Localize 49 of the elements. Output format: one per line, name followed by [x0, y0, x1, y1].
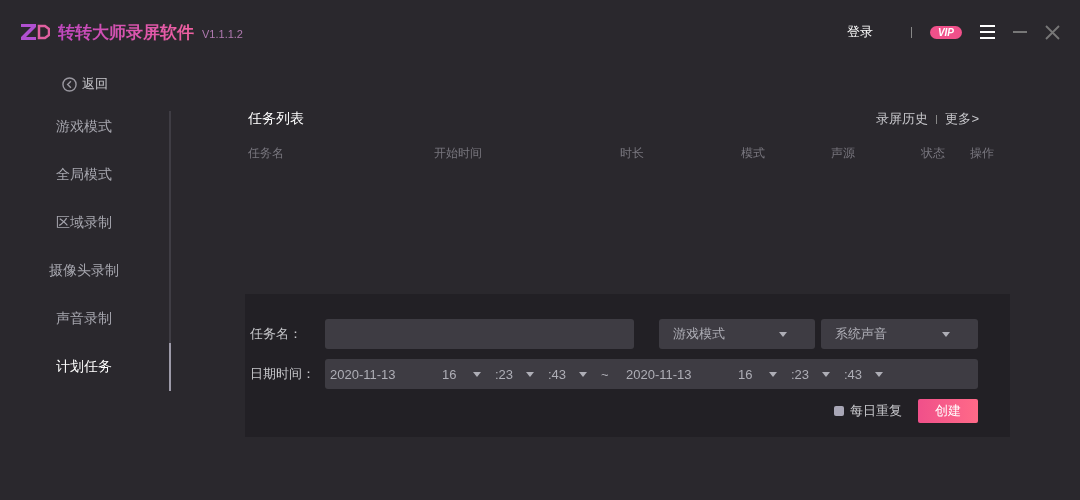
sidebar-item[interactable]: 声音录制 [0, 295, 171, 343]
back-icon [62, 76, 77, 92]
vip-badge[interactable]: VIP [929, 25, 962, 39]
close-icon[interactable] [1045, 24, 1060, 40]
back-link[interactable]: 返回 [62, 65, 108, 103]
caret-icon [779, 331, 787, 337]
audio-select[interactable]: 系统声音 [821, 319, 978, 349]
date-value: 2020-11-13 [626, 366, 693, 382]
caret-icon [769, 371, 777, 377]
column-header: 模式 [741, 145, 766, 162]
task-list-title: 任务列表 [248, 110, 305, 128]
caret-icon [473, 371, 481, 377]
sidebar-item[interactable]: 区域录制 [0, 199, 171, 247]
daily-repeat-checkbox[interactable]: 每日重复 [834, 402, 902, 420]
task-name-field[interactable] [325, 319, 634, 349]
history-link[interactable]: 录屏历史 [876, 110, 929, 128]
hour-select[interactable]: 16 [738, 366, 791, 382]
field-label: 日期时间： [250, 365, 316, 383]
history-link[interactable]: 更多> [945, 110, 979, 128]
mode-select[interactable]: 游戏模式 [659, 319, 815, 349]
login-link[interactable]: 登录 [846, 23, 873, 41]
column-header: 开始时间 [434, 145, 483, 162]
caret-icon [526, 371, 534, 377]
minute-select[interactable]: :23 [495, 366, 548, 382]
sidebar-item[interactable]: 游戏模式 [0, 103, 171, 151]
second-select[interactable]: :43 [548, 366, 601, 382]
column-header: 声源 [831, 145, 856, 162]
second-select[interactable]: :43 [844, 366, 897, 382]
caret-icon [822, 371, 830, 377]
column-header: 任务名 [248, 145, 285, 162]
logo-icon [20, 23, 50, 41]
sidebar-item[interactable]: 摄像头录制 [0, 247, 171, 295]
sidebar-item[interactable]: 计划任务 [0, 343, 171, 391]
column-header: 操作 [970, 145, 995, 162]
column-header: 时长 [620, 145, 645, 162]
menu-icon[interactable] [980, 25, 995, 39]
minute-select[interactable]: :23 [791, 366, 844, 382]
column-header: 状态 [921, 145, 946, 162]
hour-select[interactable]: 16 [442, 366, 495, 382]
date-value: 2020-11-13 [330, 366, 397, 382]
app-title: 转转大师录屏软件 [58, 20, 194, 44]
version-label: V1.1.1.2 [202, 27, 243, 40]
caret-icon [942, 331, 950, 337]
range-separator: ~ [601, 366, 610, 382]
datetime-field[interactable]: 2020-11-13 16 :23 :43 ~ 2020-11-13 16 :23 :43 [325, 359, 978, 389]
sidebar-item[interactable]: 全局模式 [0, 151, 171, 199]
caret-icon [579, 371, 587, 377]
field-label: 任务名： [250, 325, 303, 343]
caret-icon [875, 371, 883, 377]
